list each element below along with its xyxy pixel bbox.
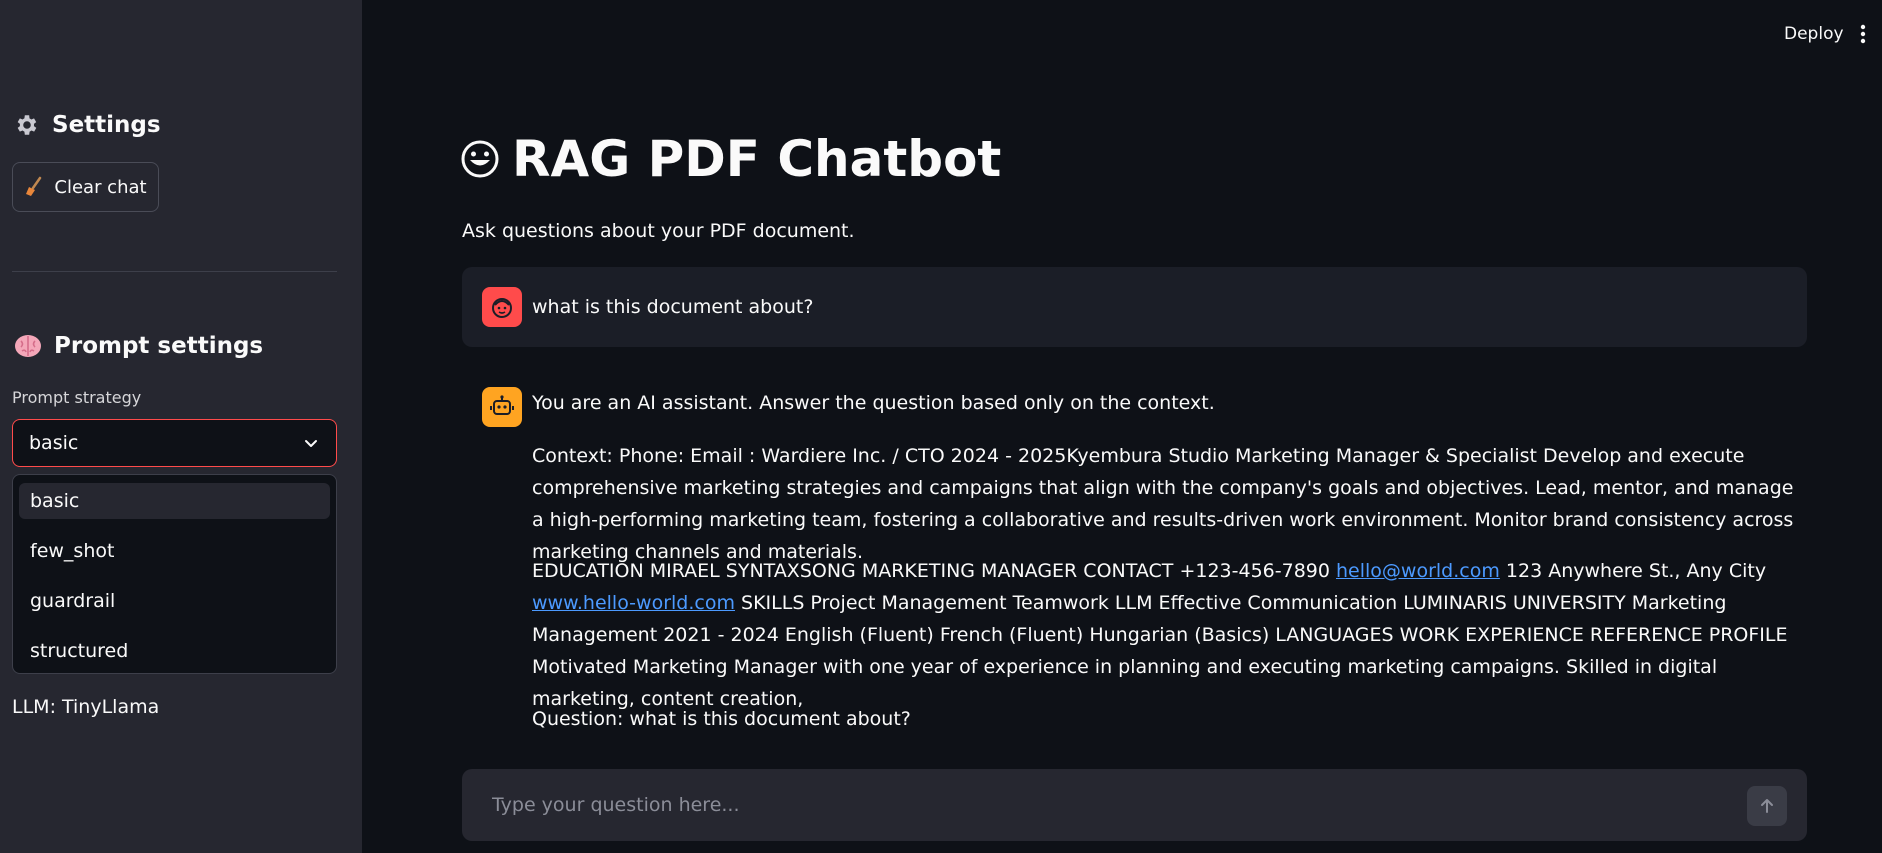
prompt-settings-heading: Prompt settings bbox=[14, 333, 263, 359]
option-guardrail[interactable]: guardrail bbox=[19, 583, 330, 619]
sidebar-divider bbox=[12, 271, 337, 272]
arrow-up-icon bbox=[1758, 797, 1776, 815]
settings-heading-text: Settings bbox=[52, 112, 161, 138]
assistant-message-context: Context: Phone: Email : Wardiere Inc. / … bbox=[532, 445, 1794, 563]
prompt-strategy-dropdown: basic few_shot guardrail structured bbox=[12, 474, 337, 674]
send-button[interactable] bbox=[1747, 786, 1787, 826]
user-message-text: what is this document about? bbox=[532, 296, 814, 318]
user-face-icon bbox=[489, 294, 515, 320]
deploy-button[interactable]: Deploy bbox=[1784, 24, 1844, 44]
sidebar: Settings Clear chat Prompt settings Prom… bbox=[0, 0, 362, 853]
kebab-menu-icon[interactable] bbox=[1860, 24, 1866, 44]
prompt-strategy-select[interactable]: basic bbox=[12, 419, 337, 467]
settings-heading: Settings bbox=[14, 112, 161, 138]
chevron-down-icon bbox=[302, 434, 320, 452]
prompt-strategy-label: Prompt strategy bbox=[12, 388, 142, 407]
option-structured[interactable]: structured bbox=[19, 633, 330, 669]
robot-icon bbox=[489, 394, 515, 420]
grinning-face-icon bbox=[460, 139, 500, 179]
chat-input-container bbox=[462, 769, 1807, 841]
user-message: what is this document about? bbox=[462, 267, 1807, 347]
education-text-1: EDUCATION MIRAEL SYNTAXSONG MARKETING MA… bbox=[532, 560, 1336, 582]
clear-chat-label: Clear chat bbox=[54, 176, 147, 198]
page-title-text: RAG PDF Chatbot bbox=[512, 130, 1002, 188]
chat-input[interactable] bbox=[492, 769, 1692, 841]
user-avatar bbox=[482, 287, 522, 327]
page-title: RAG PDF Chatbot bbox=[460, 130, 1001, 188]
assistant-message-question: Question: what is this document about? bbox=[532, 708, 911, 730]
prompt-settings-heading-text: Prompt settings bbox=[54, 333, 264, 359]
assistant-message-intro: You are an AI assistant. Answer the ques… bbox=[532, 392, 1215, 414]
education-text-2: 123 Anywhere St., Any City bbox=[1499, 560, 1767, 582]
broom-icon bbox=[24, 176, 44, 198]
website-link[interactable]: www.hello-world.com bbox=[532, 592, 735, 614]
option-basic[interactable]: basic bbox=[19, 483, 330, 519]
gear-icon bbox=[14, 112, 40, 138]
email-link[interactable]: hello@world.com bbox=[1336, 560, 1500, 582]
option-few-shot[interactable]: few_shot bbox=[19, 533, 330, 569]
prompt-strategy-selected-value: basic bbox=[29, 432, 79, 454]
brain-icon bbox=[14, 333, 42, 359]
clear-chat-button[interactable]: Clear chat bbox=[12, 162, 159, 212]
assistant-avatar bbox=[482, 387, 522, 427]
page-subtitle: Ask questions about your PDF document. bbox=[462, 220, 855, 242]
llm-label: LLM: TinyLlama bbox=[12, 696, 160, 718]
assistant-message-education: EDUCATION MIRAEL SYNTAXSONG MARKETING MA… bbox=[532, 555, 1807, 715]
